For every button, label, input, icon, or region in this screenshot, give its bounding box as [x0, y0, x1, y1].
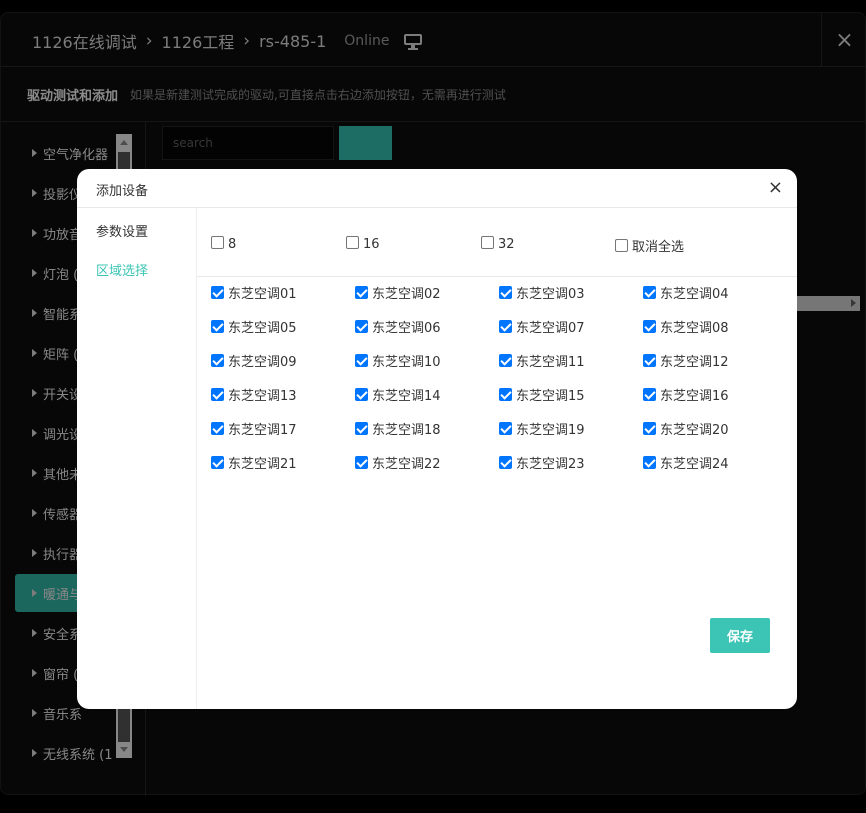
device-checkbox[interactable]: 东芝空调20 [643, 419, 729, 438]
quick-select-checkbox[interactable]: 8 [211, 236, 236, 252]
checkbox-label: 东芝空调21 [228, 457, 297, 472]
checkbox-input[interactable] [355, 388, 368, 401]
checkbox-label: 东芝空调22 [372, 457, 441, 472]
checkbox-label: 东芝空调08 [660, 321, 729, 336]
checkbox-input[interactable] [499, 320, 512, 333]
checkbox-input[interactable] [211, 236, 224, 249]
device-checkbox[interactable]: 东芝空调17 [211, 419, 297, 438]
checkbox-input[interactable] [355, 354, 368, 367]
close-icon[interactable]: × [768, 177, 783, 198]
checkbox-input[interactable] [499, 456, 512, 469]
checkbox-input[interactable] [643, 354, 656, 367]
device-checkbox[interactable]: 东芝空调13 [211, 385, 297, 404]
device-checkbox[interactable]: 东芝空调08 [643, 317, 729, 336]
checkbox-input[interactable] [499, 286, 512, 299]
checkbox-label: 东芝空调16 [660, 389, 729, 404]
device-checkbox[interactable]: 东芝空调22 [355, 453, 441, 472]
dialog-header: 添加设备 × [77, 169, 797, 208]
checkbox-label: 东芝空调18 [372, 423, 441, 438]
checkbox-label: 东芝空调24 [660, 457, 729, 472]
device-checkbox[interactable]: 东芝空调21 [211, 453, 297, 472]
save-button[interactable]: 保存 [710, 618, 770, 653]
checkbox-label: 东芝空调09 [228, 355, 297, 370]
checkbox-label: 东芝空调15 [516, 389, 585, 404]
checkbox-label: 东芝空调01 [228, 287, 297, 302]
checkbox-input[interactable] [355, 286, 368, 299]
device-checkbox[interactable]: 东芝空调24 [643, 453, 729, 472]
checkbox-label: 东芝空调04 [660, 287, 729, 302]
device-checkbox[interactable]: 东芝空调04 [643, 283, 729, 302]
checkbox-label: 东芝空调19 [516, 423, 585, 438]
checkbox-input[interactable] [211, 354, 224, 367]
checkbox-input[interactable] [355, 456, 368, 469]
checkbox-input[interactable] [211, 320, 224, 333]
checkbox-label: 32 [498, 237, 515, 252]
checkbox-label: 东芝空调13 [228, 389, 297, 404]
checkbox-input[interactable] [643, 286, 656, 299]
checkbox-label: 8 [228, 237, 237, 252]
device-checkbox[interactable]: 东芝空调12 [643, 351, 729, 370]
quick-select-row: 8 16 32 取消全选 [197, 208, 797, 277]
device-checkbox[interactable]: 东芝空调01 [211, 283, 297, 302]
checkbox-input[interactable] [643, 422, 656, 435]
checkbox-label: 16 [363, 237, 380, 252]
dialog-title: 添加设备 [96, 184, 149, 199]
checkbox-label: 东芝空调23 [516, 457, 585, 472]
device-checkbox[interactable]: 东芝空调10 [355, 351, 441, 370]
quick-select-checkbox[interactable]: 32 [481, 236, 515, 252]
checkbox-label: 东芝空调05 [228, 321, 297, 336]
dialog-nav: 参数设置 区域选择 [77, 208, 197, 709]
checkbox-input[interactable] [499, 422, 512, 435]
quick-select-checkbox[interactable]: 取消全选 [615, 236, 684, 255]
tab-parameter-settings[interactable]: 参数设置 [96, 221, 148, 240]
checkbox-label: 东芝空调11 [516, 355, 585, 370]
checkbox-input[interactable] [615, 239, 628, 252]
checkbox-label: 东芝空调07 [516, 321, 585, 336]
device-checkbox[interactable]: 东芝空调06 [355, 317, 441, 336]
checkbox-label: 东芝空调17 [228, 423, 297, 438]
checkbox-input[interactable] [211, 456, 224, 469]
checkbox-input[interactable] [211, 388, 224, 401]
device-checkbox[interactable]: 东芝空调14 [355, 385, 441, 404]
checkbox-input[interactable] [643, 320, 656, 333]
tab-area-selection[interactable]: 区域选择 [96, 260, 148, 279]
checkbox-label: 东芝空调10 [372, 355, 441, 370]
device-checkbox[interactable]: 东芝空调23 [499, 453, 585, 472]
checkbox-label: 东芝空调06 [372, 321, 441, 336]
checkbox-input[interactable] [643, 456, 656, 469]
device-checkbox[interactable]: 东芝空调11 [499, 351, 585, 370]
device-checkbox[interactable]: 东芝空调15 [499, 385, 585, 404]
checkbox-input[interactable] [355, 320, 368, 333]
device-checkbox[interactable]: 东芝空调05 [211, 317, 297, 336]
checkbox-input[interactable] [643, 388, 656, 401]
checkbox-input[interactable] [346, 236, 359, 249]
checkbox-input[interactable] [211, 286, 224, 299]
checkbox-label: 东芝空调12 [660, 355, 729, 370]
checkbox-label: 取消全选 [632, 240, 685, 255]
device-checkbox[interactable]: 东芝空调16 [643, 385, 729, 404]
checkbox-input[interactable] [355, 422, 368, 435]
device-checkbox[interactable]: 东芝空调07 [499, 317, 585, 336]
device-checkbox[interactable]: 东芝空调19 [499, 419, 585, 438]
checkbox-label: 东芝空调14 [372, 389, 441, 404]
checkbox-label: 东芝空调02 [372, 287, 441, 302]
checkbox-label: 东芝空调20 [660, 423, 729, 438]
device-checkbox[interactable]: 东芝空调09 [211, 351, 297, 370]
add-device-dialog: 添加设备 × 参数设置 区域选择 8 16 32 取消全选 东芝空调01 东芝空调02 东… [77, 169, 797, 709]
device-checkbox[interactable]: 东芝空调02 [355, 283, 441, 302]
device-checkbox[interactable]: 东芝空调03 [499, 283, 585, 302]
checkbox-label: 东芝空调03 [516, 287, 585, 302]
checkbox-input[interactable] [499, 354, 512, 367]
device-checkbox[interactable]: 东芝空调18 [355, 419, 441, 438]
checkbox-input[interactable] [211, 422, 224, 435]
checkbox-input[interactable] [481, 236, 494, 249]
quick-select-checkbox[interactable]: 16 [346, 236, 380, 252]
checkbox-input[interactable] [499, 388, 512, 401]
